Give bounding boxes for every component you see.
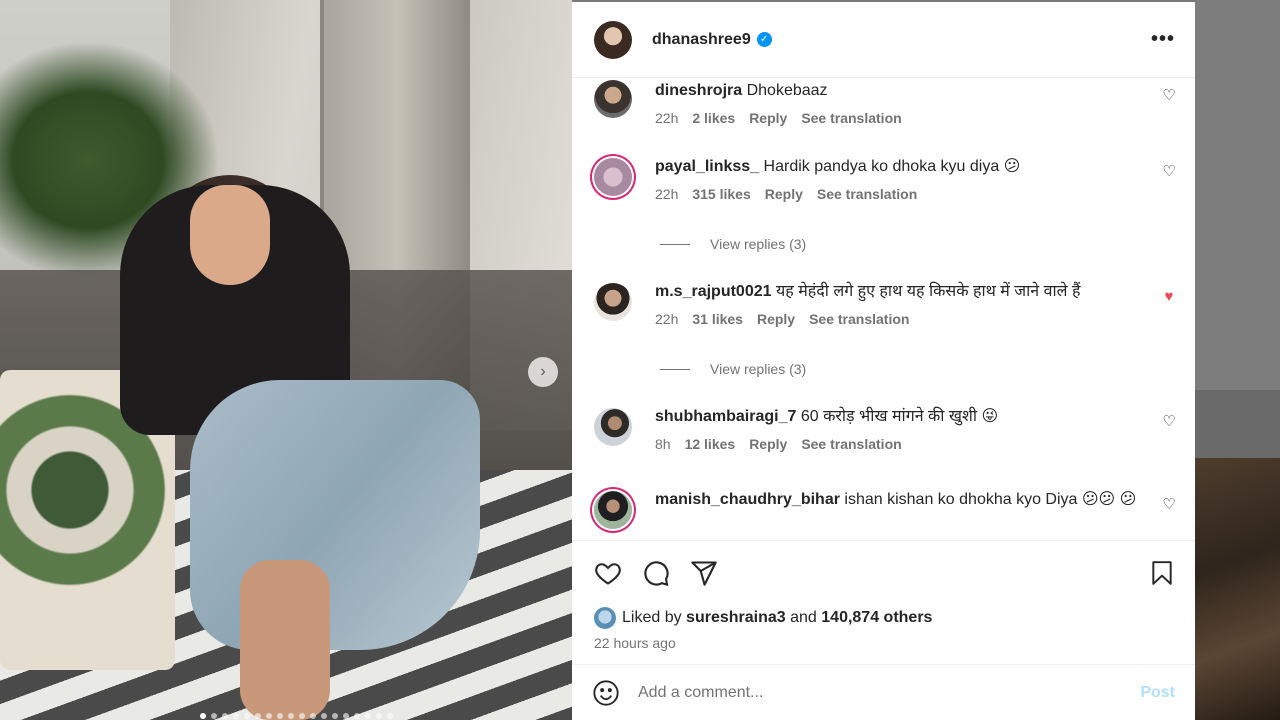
heart-outline-icon[interactable]: ♡ <box>1161 164 1177 180</box>
liker-username[interactable]: sureshraina3 <box>686 609 786 626</box>
heart-filled-icon[interactable]: ♥ <box>1161 289 1177 305</box>
view-replies-label: View replies (3) <box>710 361 807 377</box>
reply-button[interactable]: Reply <box>749 436 787 452</box>
comment-username[interactable]: dineshrojra <box>655 82 742 99</box>
commenter-avatar[interactable] <box>594 158 632 196</box>
comment-username[interactable]: m.s_rajput0021 <box>655 283 772 300</box>
backdrop-right <box>1195 0 1280 390</box>
backdrop-next-post <box>1195 458 1280 720</box>
reply-button[interactable]: Reply <box>757 311 795 327</box>
comment-input[interactable]: Add a comment... <box>638 684 1140 702</box>
view-replies-button[interactable]: View replies (3) <box>660 361 806 377</box>
heart-outline-icon[interactable]: ♡ <box>1161 88 1177 104</box>
comment-time[interactable]: 22h <box>655 110 678 126</box>
see-translation-button[interactable]: See translation <box>801 436 901 452</box>
post-panel: dhanashree9 ✓ ••• dineshrojra Dhokebaaz … <box>572 2 1195 720</box>
heart-outline-icon[interactable]: ♡ <box>1161 497 1177 513</box>
comment-likes[interactable]: 31 likes <box>692 311 743 327</box>
reply-button[interactable]: Reply <box>765 186 803 202</box>
comment-bubble-icon[interactable] <box>642 559 670 587</box>
more-options-icon[interactable]: ••• <box>1151 28 1175 51</box>
view-replies-button[interactable]: View replies (3) <box>660 236 806 252</box>
comment-text: यह मेहंदी लगे हुए हाथ यह किसके हाथ में ज… <box>775 283 1081 300</box>
commenter-avatar[interactable] <box>594 283 632 321</box>
comment-text: 60 करोड़ भीख मांगने की खुशी 😜 <box>800 408 999 425</box>
comment-text: ishan kishan ko dhokha kyo Diya 😕😕 😕 <box>844 491 1137 508</box>
likes-prefix: Liked by <box>622 609 682 626</box>
heart-outline-icon[interactable]: ♡ <box>1161 414 1177 430</box>
comment-likes[interactable]: 12 likes <box>685 436 736 452</box>
commenter-avatar[interactable] <box>594 80 632 118</box>
author-username[interactable]: dhanashree9 <box>652 31 751 49</box>
comment-username[interactable]: payal_linkss_ <box>655 158 759 175</box>
likes-summary: Liked by sureshraina3 and 140,874 others <box>572 604 1195 632</box>
share-paper-plane-icon[interactable] <box>690 559 718 587</box>
see-translation-button[interactable]: See translation <box>817 186 917 202</box>
commenter-avatar[interactable] <box>594 408 632 446</box>
like-heart-icon[interactable] <box>594 559 622 587</box>
post-header: dhanashree9 ✓ ••• <box>572 2 1195 78</box>
comment-likes[interactable]: 315 likes <box>692 186 750 202</box>
see-translation-button[interactable]: See translation <box>809 311 909 327</box>
likes-others-count[interactable]: 140,874 others <box>821 609 932 626</box>
post-photo: › <box>0 0 572 720</box>
comment-time[interactable]: 22h <box>655 186 678 202</box>
comment-text: Dhokebaaz <box>746 82 828 99</box>
post-timestamp[interactable]: 22 hours ago <box>572 632 1195 656</box>
comment-text: Hardik pandya ko dhoka kyu diya 😕 <box>763 158 1021 175</box>
comments-list[interactable]: dineshrojra Dhokebaaz 22h 2 likes Reply … <box>572 78 1195 540</box>
liker-avatar[interactable] <box>594 607 616 629</box>
verified-badge-icon: ✓ <box>756 32 772 47</box>
replies-divider <box>660 368 690 370</box>
comment-composer: Add a comment... Post <box>572 664 1195 720</box>
comment-likes[interactable]: 2 likes <box>692 110 735 126</box>
author-avatar[interactable] <box>594 20 632 59</box>
carousel-dots <box>200 713 393 719</box>
commenter-avatar[interactable] <box>594 491 632 529</box>
comment-username[interactable]: manish_chaudhry_bihar <box>655 491 840 508</box>
comment-username[interactable]: shubhambairagi_7 <box>655 408 796 425</box>
replies-divider <box>660 243 690 245</box>
reply-button[interactable]: Reply <box>749 110 787 126</box>
comment-time[interactable]: 8h <box>655 436 671 452</box>
post-comment-button[interactable]: Post <box>1140 684 1175 702</box>
likes-and: and <box>790 609 817 626</box>
post-actions-bar <box>572 540 1195 604</box>
backdrop-right-mid <box>1195 390 1280 458</box>
bookmark-icon[interactable] <box>1149 559 1175 587</box>
next-photo-arrow-icon[interactable]: › <box>528 357 558 387</box>
emoji-smiley-icon[interactable] <box>592 679 620 707</box>
view-replies-label: View replies (3) <box>710 236 807 252</box>
see-translation-button[interactable]: See translation <box>801 110 901 126</box>
comment-time[interactable]: 22h <box>655 311 678 327</box>
